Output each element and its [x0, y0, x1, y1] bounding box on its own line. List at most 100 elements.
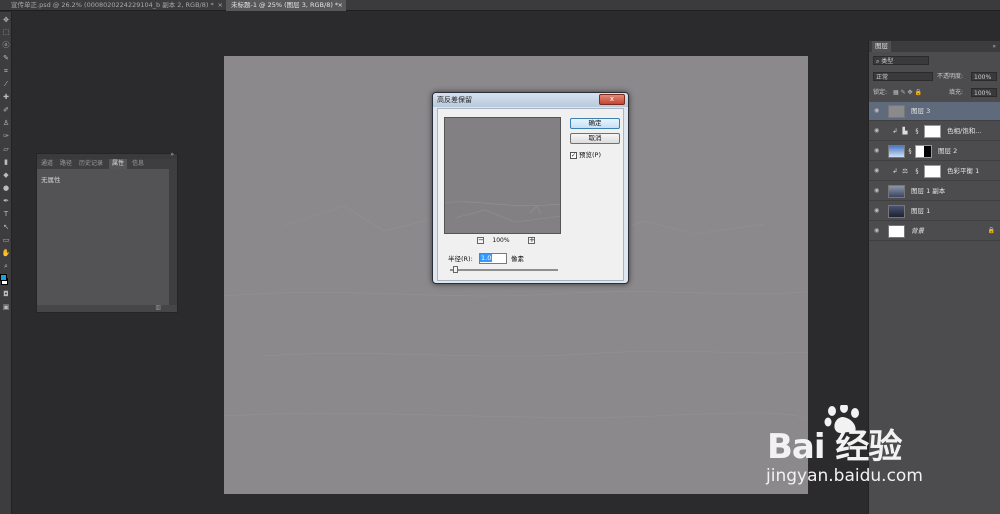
- dialog-content: − 100% + 确定 取消 ✓ 预览(P) 半径(R): 1.0 像素: [437, 108, 624, 281]
- collapse-panel-icon[interactable]: »: [992, 41, 996, 52]
- tab-layers[interactable]: 图层: [872, 41, 891, 52]
- path-select-tool-icon[interactable]: ↖: [1, 223, 11, 232]
- visibility-eye-icon[interactable]: ◉: [874, 128, 881, 134]
- layer-name: 背景: [911, 227, 924, 235]
- opacity-input[interactable]: 100%: [971, 72, 997, 81]
- foreground-color-swatch[interactable]: [0, 274, 7, 281]
- layers-header: 图层 »: [869, 41, 1000, 52]
- fill-input[interactable]: 100%: [971, 88, 997, 97]
- link-chain-icon: §: [908, 147, 912, 155]
- tab-close-icon[interactable]: ×: [218, 0, 223, 11]
- gradient-tool-icon[interactable]: ▮: [1, 158, 11, 167]
- properties-body: 无属性: [37, 169, 169, 309]
- color-balance-adjustment-icon: ⚖: [902, 167, 908, 175]
- no-properties-text: 无属性: [41, 176, 61, 184]
- layer-row-hue-saturation[interactable]: ◉ ↲ ▙ § 色相/饱和...: [869, 122, 1000, 141]
- pen-tool-icon[interactable]: ✒: [1, 197, 11, 206]
- tab-channels[interactable]: 通道: [41, 159, 53, 169]
- lock-icons[interactable]: ▦ ✎ ✥ 🔒: [893, 88, 922, 97]
- layer-mask-thumbnail: [924, 165, 941, 178]
- spot-heal-tool-icon[interactable]: ✚: [1, 93, 11, 102]
- link-chain-icon: §: [915, 167, 919, 175]
- radius-slider-track[interactable]: [450, 269, 558, 271]
- tab-paths[interactable]: 路径: [60, 159, 72, 169]
- layer-name: 图层 1 副本: [911, 187, 946, 195]
- preview-checkbox[interactable]: ✓: [570, 152, 577, 159]
- layer-row-background[interactable]: ◉ 背景 🔒: [869, 222, 1000, 241]
- visibility-eye-icon[interactable]: ◉: [874, 108, 881, 114]
- quick-mask-icon[interactable]: ◘: [1, 290, 11, 299]
- move-tool-icon[interactable]: ✥: [1, 16, 11, 25]
- visibility-eye-icon[interactable]: ◉: [874, 168, 881, 174]
- zoom-tool-icon[interactable]: ⌕: [1, 262, 11, 271]
- ok-button[interactable]: 确定: [570, 118, 620, 129]
- blend-mode-select[interactable]: 正常: [873, 72, 933, 81]
- dodge-tool-icon[interactable]: ●: [1, 184, 11, 193]
- document-tab-xuanchuandan[interactable]: 宣传单正.psd @ 26.2% (0008020224229104_b 副本 …: [6, 0, 226, 11]
- layer-thumbnail: [888, 205, 905, 218]
- dialog-close-button[interactable]: x: [599, 94, 625, 105]
- high-pass-dialog: 高反差保留 x − 100% + 确定 取消 ✓ 预览(P) 半径(R): 1.…: [432, 92, 629, 284]
- dialog-title-bar[interactable]: 高反差保留 x: [433, 93, 628, 107]
- filter-preview[interactable]: [444, 117, 561, 234]
- clone-stamp-tool-icon[interactable]: ♙: [1, 119, 11, 128]
- layer-row-color-balance[interactable]: ◉ ↲ ⚖ § 色彩平衡 1: [869, 162, 1000, 181]
- layer-row-layer-1-copy[interactable]: ◉ 图层 1 副本: [869, 182, 1000, 201]
- brush-tool-icon[interactable]: ✐: [1, 106, 11, 115]
- tab-properties[interactable]: 属性: [109, 159, 128, 169]
- layer-name: 图层 1: [911, 207, 931, 215]
- eyedropper-tool-icon[interactable]: ⁄: [1, 80, 11, 89]
- properties-tab-strip: 通道 路径 历史记录 属性 信息: [37, 159, 177, 169]
- link-chain-icon: §: [915, 127, 919, 135]
- properties-panel: » 通道 路径 历史记录 属性 信息 无属性 ▥: [36, 151, 178, 313]
- collapse-panel-icon[interactable]: »: [170, 151, 174, 158]
- radius-input[interactable]: 1.0: [479, 253, 507, 264]
- radius-value: 1.0: [480, 254, 493, 262]
- radius-unit: 像素: [511, 255, 524, 263]
- zoom-out-button[interactable]: −: [477, 237, 484, 244]
- hue-saturation-adjustment-icon: ▙: [902, 127, 908, 135]
- visibility-eye-icon[interactable]: ◉: [874, 228, 881, 234]
- layer-row-layer-1[interactable]: ◉ 图层 1: [869, 202, 1000, 221]
- layer-name: 色相/饱和...: [947, 127, 982, 135]
- layer-thumbnail: [888, 105, 905, 118]
- tab-info[interactable]: 信息: [132, 159, 144, 169]
- layer-mask-thumbnail: [924, 125, 941, 138]
- visibility-eye-icon[interactable]: ◉: [874, 208, 881, 214]
- fill-label: 填充:: [949, 89, 964, 96]
- blend-mode-row: 正常 不透明度: 100%: [869, 71, 1000, 83]
- history-brush-tool-icon[interactable]: ✑: [1, 132, 11, 141]
- preview-texture: [445, 201, 560, 223]
- dialog-title: 高反差保留: [437, 96, 472, 104]
- layer-row-layer-2[interactable]: ◉ § 图层 2: [869, 142, 1000, 161]
- preview-checkbox-label: 预览(P): [579, 151, 601, 159]
- visibility-eye-icon[interactable]: ◉: [874, 148, 881, 154]
- document-tab-untitled-1[interactable]: 未标题-1 @ 25% (图层 3, RGB/8) * ×: [226, 0, 346, 11]
- tab-close-icon[interactable]: ×: [338, 0, 343, 11]
- radius-slider-thumb[interactable]: [453, 266, 459, 273]
- type-tool-icon[interactable]: T: [1, 210, 11, 219]
- trash-icon[interactable]: ▥: [155, 304, 161, 311]
- cancel-button[interactable]: 取消: [570, 133, 620, 144]
- layer-row-layer-3[interactable]: ◉ 图层 3: [869, 102, 1000, 121]
- crop-tool-icon[interactable]: ⌗: [1, 67, 11, 76]
- properties-scrollbar[interactable]: [169, 169, 177, 309]
- layer-filter-select[interactable]: ⌕ 类型: [873, 56, 929, 65]
- hand-tool-icon[interactable]: ✋: [1, 249, 11, 258]
- marquee-tool-icon[interactable]: ⬚: [1, 28, 11, 37]
- layer-filter-row: ⌕ 类型: [869, 55, 1000, 67]
- tab-history[interactable]: 历史记录: [79, 159, 103, 169]
- layer-mask-thumbnail: [915, 145, 932, 158]
- document-tab-bar: 宣传单正.psd @ 26.2% (0008020224229104_b 副本 …: [0, 0, 1000, 11]
- clip-arrow-icon: ↲: [892, 167, 898, 175]
- layer-name: 图层 3: [911, 107, 931, 115]
- eraser-tool-icon[interactable]: ▱: [1, 145, 11, 154]
- properties-footer: ▥: [37, 304, 177, 312]
- shape-tool-icon[interactable]: ▭: [1, 236, 11, 245]
- lasso-tool-icon[interactable]: ⓞ: [1, 41, 11, 50]
- zoom-in-button[interactable]: +: [528, 237, 535, 244]
- visibility-eye-icon[interactable]: ◉: [874, 188, 881, 194]
- quick-select-tool-icon[interactable]: ✎: [1, 54, 11, 63]
- blur-tool-icon[interactable]: ◆: [1, 171, 11, 180]
- screen-mode-icon[interactable]: ▣: [1, 303, 11, 312]
